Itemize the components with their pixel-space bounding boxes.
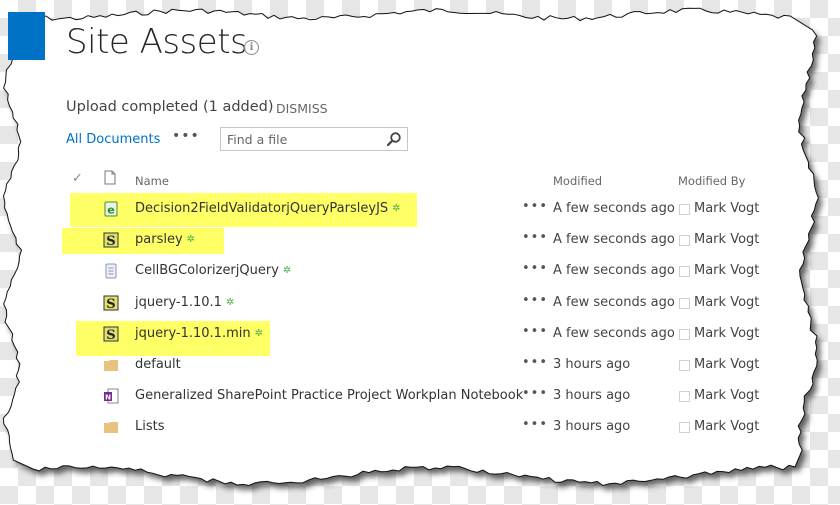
presence-indicator (679, 266, 690, 277)
file-name-text: parsley (135, 232, 183, 247)
text-file-icon (103, 263, 119, 279)
js-file-icon: S (103, 232, 119, 249)
presence-indicator (679, 422, 690, 433)
item-more-button[interactable]: ••• (522, 199, 548, 214)
item-more-button[interactable]: ••• (522, 293, 548, 308)
site-assets-library: Site Assets i Upload completed (1 added)… (0, 0, 840, 505)
item-more-button[interactable]: ••• (522, 261, 548, 276)
modified-by-user[interactable]: Mark Vogt (694, 419, 759, 434)
js-file-icon: S (103, 295, 119, 312)
presence-indicator (679, 329, 690, 340)
modified-by-user[interactable]: Mark Vogt (694, 201, 759, 216)
info-icon[interactable]: i (244, 40, 259, 55)
dismiss-button[interactable]: DISMISS (276, 101, 328, 116)
modified-date: 3 hours ago (553, 419, 631, 434)
file-name-link[interactable]: default (135, 357, 181, 372)
table-row[interactable]: CellBGColorizerjQuery ✲ ••• A few seconds… (0, 257, 840, 288)
table-row[interactable]: default ••• 3 hours ago Mark Vogt (0, 351, 840, 382)
file-name-text: jquery-1.10.1 (135, 295, 222, 310)
svg-text:S: S (106, 234, 115, 248)
table-row[interactable]: S jquery-1.10.1 ✲ ••• A few seconds ago M… (0, 289, 840, 320)
table-row[interactable]: S jquery-1.10.1.min ✲ ••• A few seconds a… (0, 320, 840, 351)
item-more-button[interactable]: ••• (522, 355, 548, 370)
item-more-button[interactable]: ••• (522, 417, 548, 432)
modified-date: 3 hours ago (553, 388, 631, 403)
file-name-link[interactable]: Decision2FieldValidatorjQueryParsleyJS ✲ (135, 201, 401, 216)
file-name-text: Generalized SharePoint Practice Project … (135, 388, 524, 403)
new-item-icon: ✲ (282, 265, 292, 276)
modified-date: A few seconds ago (553, 295, 675, 310)
modified-date: 3 hours ago (553, 357, 631, 372)
table-row[interactable]: N Generalized SharePoint Practice Projec… (0, 382, 840, 413)
svg-text:e: e (107, 204, 114, 217)
column-header-modified-by[interactable]: Modified By (678, 174, 745, 188)
presence-indicator (679, 204, 690, 215)
new-item-icon: ✲ (254, 328, 263, 339)
modified-by-user[interactable]: Mark Vogt (694, 388, 759, 403)
search-box (220, 127, 408, 151)
folder-icon (103, 419, 119, 435)
file-name-link[interactable]: CellBGColorizerjQuery ✲ (135, 263, 291, 278)
file-name-link[interactable]: jquery-1.10.1.min ✲ (135, 326, 263, 341)
file-name-text: Decision2FieldValidatorjQueryParsleyJS (135, 201, 389, 216)
file-name-link[interactable]: Generalized SharePoint Practice Project … (135, 388, 523, 403)
modified-by-user[interactable]: Mark Vogt (694, 295, 759, 310)
file-name-text: CellBGColorizerjQuery (135, 263, 279, 278)
page-title: Site Assets (66, 22, 248, 62)
js-file-icon: S (103, 326, 119, 343)
column-header-name[interactable]: Name (135, 174, 169, 188)
file-name-text: Lists (135, 419, 165, 434)
modified-date: A few seconds ago (553, 201, 675, 216)
presence-indicator (679, 235, 690, 246)
search-input[interactable] (221, 128, 381, 150)
file-name-text: default (135, 357, 181, 372)
select-all-checkmark[interactable]: ✓ (72, 171, 83, 186)
table-row[interactable]: S parsley ✲ ••• A few seconds ago Mark Vo… (0, 226, 840, 257)
folder-icon (103, 357, 119, 373)
document-icon (104, 170, 116, 185)
modified-date: A few seconds ago (553, 326, 675, 341)
modified-by-user[interactable]: Mark Vogt (694, 263, 759, 278)
brand-bar (8, 12, 45, 60)
modified-by-user[interactable]: Mark Vogt (694, 357, 759, 372)
svg-text:S: S (106, 328, 115, 342)
modified-by-user[interactable]: Mark Vogt (694, 326, 759, 341)
onenote-icon: N (103, 388, 119, 404)
column-header-modified[interactable]: Modified (553, 174, 602, 188)
presence-indicator (679, 298, 690, 309)
file-name-link[interactable]: jquery-1.10.1 ✲ (135, 295, 234, 310)
html-file-icon: e (103, 201, 119, 217)
modified-date: A few seconds ago (553, 232, 675, 247)
new-item-icon: ✲ (392, 203, 401, 214)
new-item-icon: ✲ (225, 297, 235, 308)
item-more-button[interactable]: ••• (522, 324, 548, 339)
svg-text:S: S (106, 297, 115, 311)
modified-by-user[interactable]: Mark Vogt (694, 232, 759, 247)
presence-indicator (679, 360, 690, 371)
modified-date: A few seconds ago (553, 263, 675, 278)
table-row[interactable]: e Decision2FieldValidatorjQueryParsleyJS… (0, 195, 840, 226)
presence-indicator (679, 391, 690, 402)
table-row[interactable]: Lists ••• 3 hours ago Mark Vogt (0, 413, 840, 444)
upload-status-message: Upload completed (1 added) (66, 99, 274, 115)
svg-text:N: N (105, 394, 111, 402)
item-more-button[interactable]: ••• (522, 230, 548, 245)
item-more-button[interactable]: ••• (522, 386, 548, 401)
view-more-button[interactable]: ••• (172, 128, 200, 144)
search-icon[interactable] (386, 131, 402, 147)
view-all-documents[interactable]: All Documents (66, 132, 160, 147)
new-item-icon: ✲ (186, 234, 196, 245)
file-name-link[interactable]: parsley ✲ (135, 232, 195, 247)
file-name-text: jquery-1.10.1.min (135, 326, 251, 341)
file-name-link[interactable]: Lists (135, 419, 165, 434)
